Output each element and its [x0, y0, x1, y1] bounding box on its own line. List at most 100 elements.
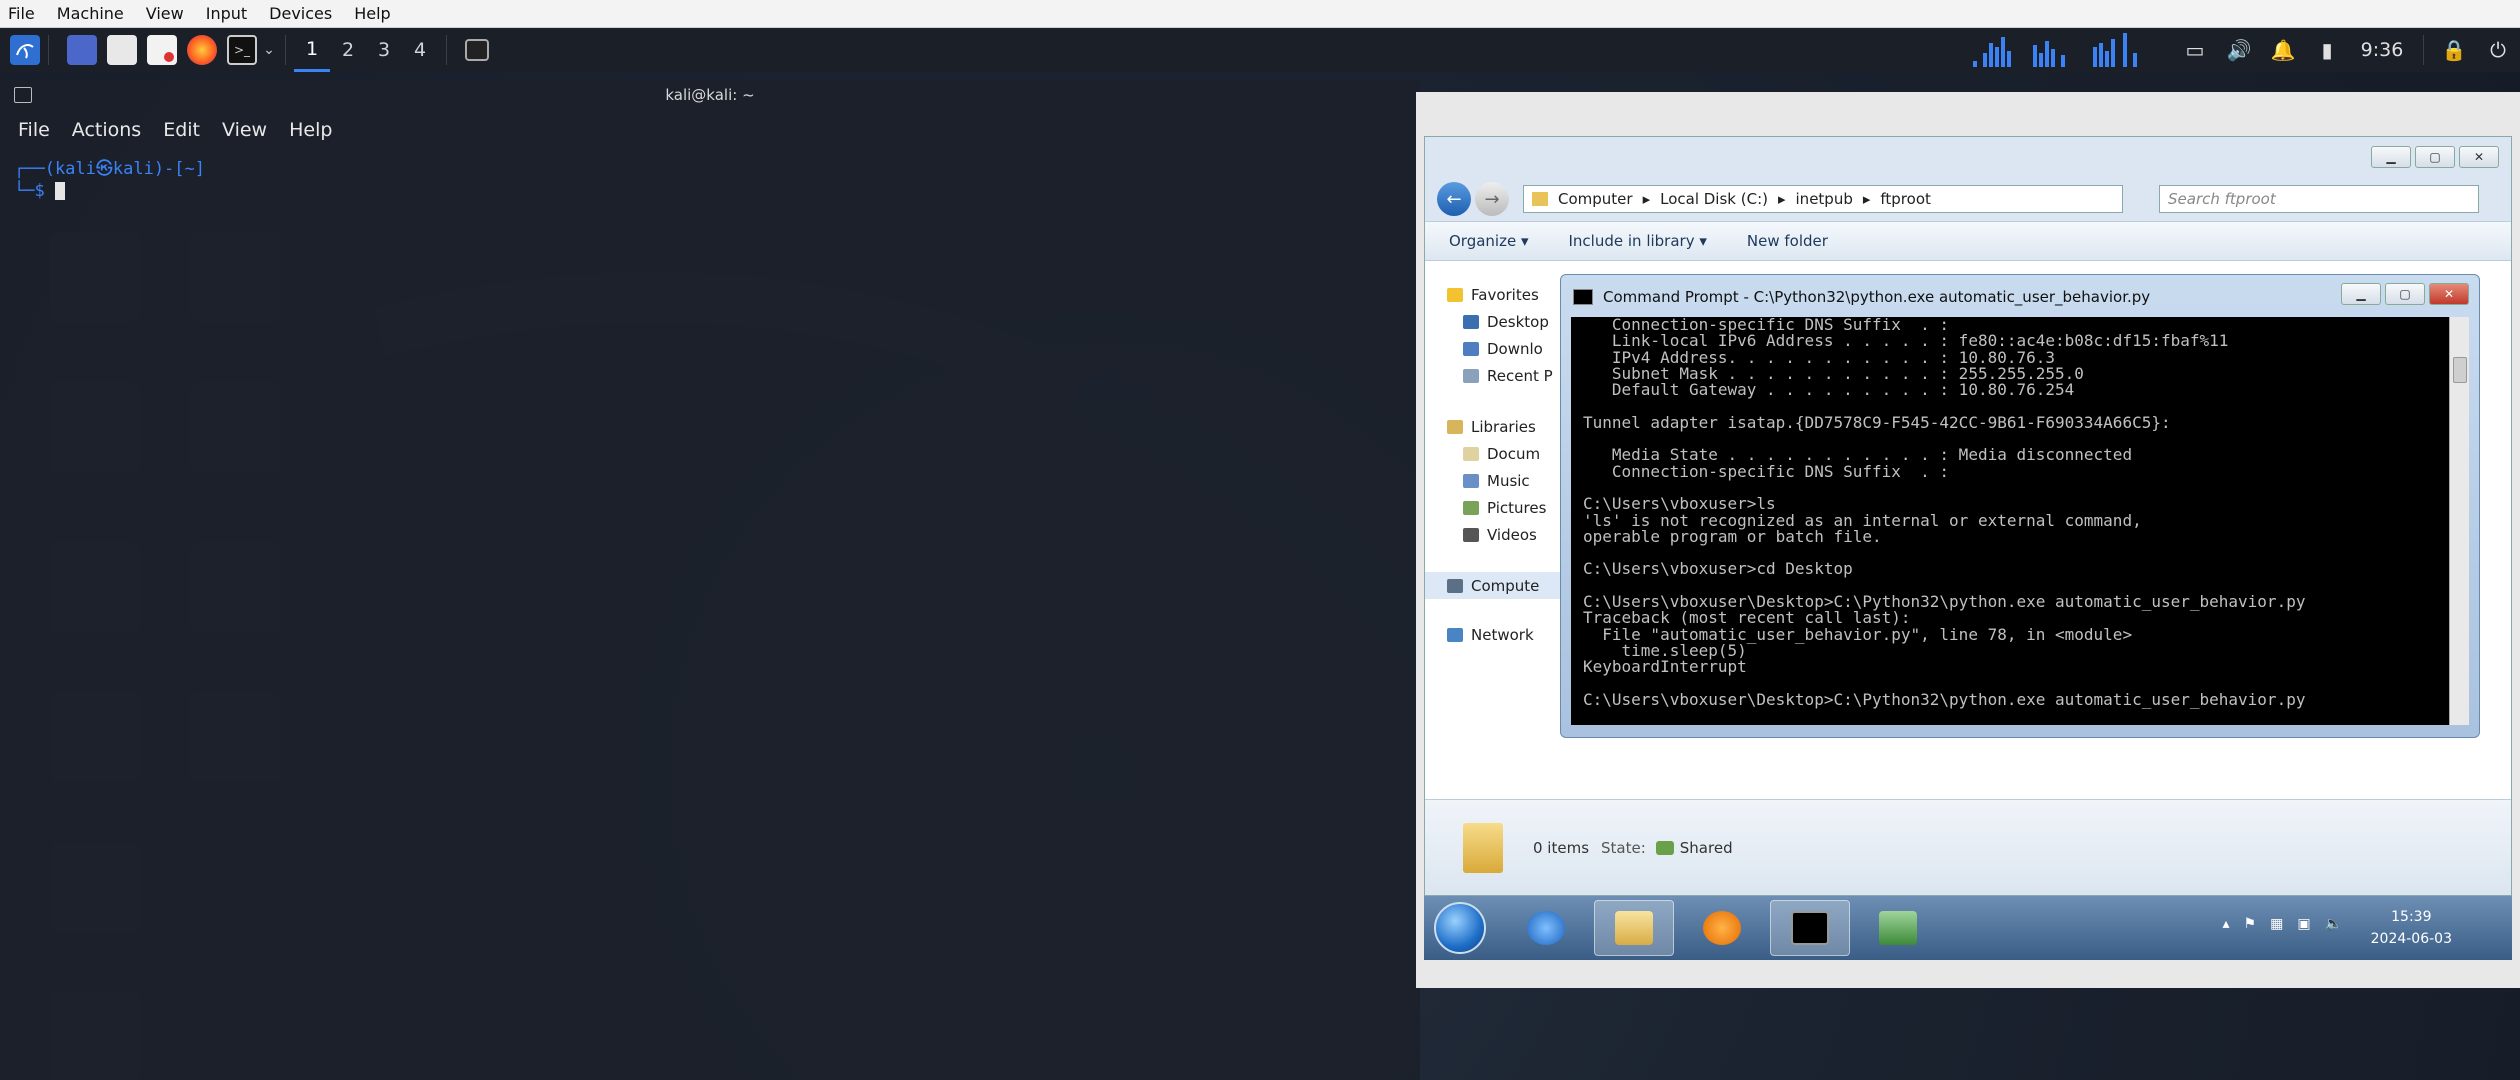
breadcrumb-ftproot[interactable]: ftproot	[1880, 190, 1931, 208]
explorer-folder-icon	[1615, 911, 1653, 945]
workspace-3[interactable]: 3	[366, 28, 402, 72]
panel-separator	[285, 35, 286, 65]
terminal-icon[interactable]: >_	[227, 35, 257, 65]
firefox-icon[interactable]	[187, 35, 217, 65]
cmd-icon	[1791, 911, 1829, 945]
terminal-prompt-line1: ┌──(kali㉿kali)-[~]	[14, 159, 205, 179]
terminal-window-button[interactable]	[465, 39, 489, 61]
network-tray-icon[interactable]: ▦	[2270, 916, 2283, 932]
vbox-menu-help[interactable]: Help	[354, 4, 390, 23]
breadcrumb-inetpub[interactable]: inetpub	[1796, 190, 1853, 208]
text-editor-icon[interactable]	[147, 35, 177, 65]
forward-arrow-icon[interactable]: →	[1475, 182, 1509, 216]
battery-icon[interactable]: ▮	[2313, 36, 2341, 64]
explorer-maximize-button[interactable]: ▢	[2415, 146, 2455, 168]
windows-date: 2024-06-03	[2370, 931, 2452, 947]
network-icon	[1447, 627, 1463, 642]
kali-terminal-window[interactable]: kali@kali: ~ File Actions Edit View Help…	[0, 80, 1420, 1080]
cmd-close-button[interactable]: ✕	[2429, 283, 2469, 305]
organize-button[interactable]: Organize ▾	[1449, 232, 1529, 250]
tray-expand-icon[interactable]: ▴	[2223, 916, 2230, 932]
cmd-output-line: Tunnel adapter isatap.{DD7578C9-F545-42C…	[1583, 412, 2171, 432]
files-icon[interactable]	[107, 35, 137, 65]
breadcrumb-computer[interactable]: Computer	[1558, 190, 1633, 208]
computer-icon	[1447, 578, 1463, 593]
back-arrow-icon[interactable]: ←	[1437, 182, 1471, 216]
terminal-title-bar[interactable]: kali@kali: ~	[0, 80, 1420, 110]
taskbar-media-player-button[interactable]	[1682, 900, 1762, 956]
recent-places-icon	[1463, 368, 1479, 383]
screen-icon[interactable]: ▭	[2181, 36, 2209, 64]
volume-tray-icon[interactable]: 🔈	[2325, 916, 2342, 932]
terminal-menu-bar: File Actions Edit View Help	[0, 110, 1420, 150]
desktop-icon[interactable]	[67, 35, 97, 65]
display-tray-icon[interactable]: ▣	[2297, 916, 2310, 932]
terminal-title: kali@kali: ~	[665, 86, 755, 104]
pictures-icon	[1463, 500, 1479, 515]
panel-separator	[2423, 35, 2424, 65]
panel-separator	[48, 35, 49, 65]
state-value: Shared	[1679, 838, 1733, 857]
cmd-output[interactable]: Connection-specific DNS Suffix . : Link-…	[1571, 317, 2451, 725]
terminal-prompt-line2: └─$	[14, 180, 1406, 202]
windows-system-tray: ▴ ⚑ ▦ ▣ 🔈	[2209, 916, 2343, 932]
search-input[interactable]: Search ftproot	[2159, 185, 2479, 213]
windows-clock[interactable]: 15:39 2024-06-03	[2371, 906, 2452, 950]
taskbar-ie-button[interactable]	[1506, 900, 1586, 956]
power-icon[interactable]: ⏻	[2484, 36, 2512, 64]
lock-icon[interactable]: 🔒	[2440, 36, 2468, 64]
workspace-4[interactable]: 4	[402, 28, 438, 72]
taskbar-task-manager-button[interactable]	[1858, 900, 1938, 956]
panel-right-area: ▭ 🔊 🔔 ▮ 9:36 🔒 ⏻	[1973, 28, 2520, 72]
volume-icon[interactable]: 🔊	[2225, 36, 2253, 64]
action-center-icon[interactable]: ⚑	[2244, 916, 2257, 932]
terminal-menu-edit[interactable]: Edit	[163, 119, 200, 141]
panel-clock[interactable]: 9:36	[2357, 36, 2407, 64]
vbox-menu-machine[interactable]: Machine	[57, 4, 124, 23]
explorer-minimize-button[interactable]: ▁	[2371, 146, 2411, 168]
vbox-menu-input[interactable]: Input	[206, 4, 247, 23]
cmd-scrollbar[interactable]	[2449, 317, 2469, 725]
workspace-1[interactable]: 1	[294, 28, 330, 72]
taskbar-explorer-button[interactable]	[1594, 900, 1674, 956]
terminal-menu-file[interactable]: File	[18, 119, 50, 141]
videos-icon	[1463, 527, 1479, 542]
item-count: 0 items	[1533, 838, 1590, 857]
cmd-scroll-thumb[interactable]	[2453, 357, 2467, 383]
cmd-output-line: Default Gateway . . . . . . . . . : 10.8…	[1583, 380, 2075, 400]
explorer-close-button[interactable]: ✕	[2459, 146, 2499, 168]
breadcrumb-local-disk[interactable]: Local Disk (C:)	[1660, 190, 1768, 208]
workspace-2[interactable]: 2	[330, 28, 366, 72]
cmd-maximize-button[interactable]: ▢	[2385, 283, 2425, 305]
address-bar[interactable]: Computer ▸ Local Disk (C:) ▸ inetpub ▸ ftpr…	[1523, 185, 2123, 213]
terminal-prompt-symbol: └─$	[14, 181, 55, 201]
vbox-menu-file[interactable]: File	[8, 4, 35, 23]
cmd-minimize-button[interactable]: ▁	[2341, 283, 2381, 305]
media-player-icon	[1703, 911, 1741, 945]
notification-bell-icon[interactable]: 🔔	[2269, 36, 2297, 64]
cmd-output-line: operable program or batch file.	[1583, 526, 1882, 546]
explorer-caption-bar[interactable]: ▁ ▢ ✕	[1425, 137, 2511, 177]
libraries-icon	[1447, 419, 1463, 434]
cmd-title-bar[interactable]: Command Prompt - C:\Python32\python.exe …	[1561, 275, 2479, 319]
command-prompt-window[interactable]: Command Prompt - C:\Python32\python.exe …	[1560, 274, 2480, 738]
terminal-menu-help[interactable]: Help	[289, 119, 332, 141]
explorer-details-pane: 0 items State: Shared	[1425, 799, 2511, 895]
windows-start-icon[interactable]	[1434, 902, 1486, 954]
explorer-toolbar: Organize ▾ Include in library ▾ New fold…	[1425, 221, 2511, 261]
terminal-menu-actions[interactable]: Actions	[72, 119, 141, 141]
task-manager-icon	[1879, 911, 1917, 945]
documents-icon	[1463, 446, 1479, 461]
include-in-library-button[interactable]: Include in library ▾	[1569, 232, 1707, 250]
taskbar-cmd-button[interactable]	[1770, 900, 1850, 956]
terminal-output[interactable]: ┌──(kali㉿kali)-[~] └─$	[0, 150, 1420, 210]
chevron-down-icon[interactable]: ⌄	[261, 35, 277, 65]
explorer-address-row: ← → Computer ▸ Local Disk (C:) ▸ inetpub ▸ …	[1425, 177, 2511, 221]
downloads-folder-icon	[1463, 341, 1479, 356]
new-folder-button[interactable]: New folder	[1747, 232, 1828, 250]
windows-time: 15:39	[2391, 909, 2432, 925]
kali-menu-icon[interactable]	[10, 35, 40, 65]
terminal-menu-view[interactable]: View	[222, 119, 267, 141]
vbox-menu-devices[interactable]: Devices	[269, 4, 332, 23]
vbox-menu-view[interactable]: View	[146, 4, 184, 23]
